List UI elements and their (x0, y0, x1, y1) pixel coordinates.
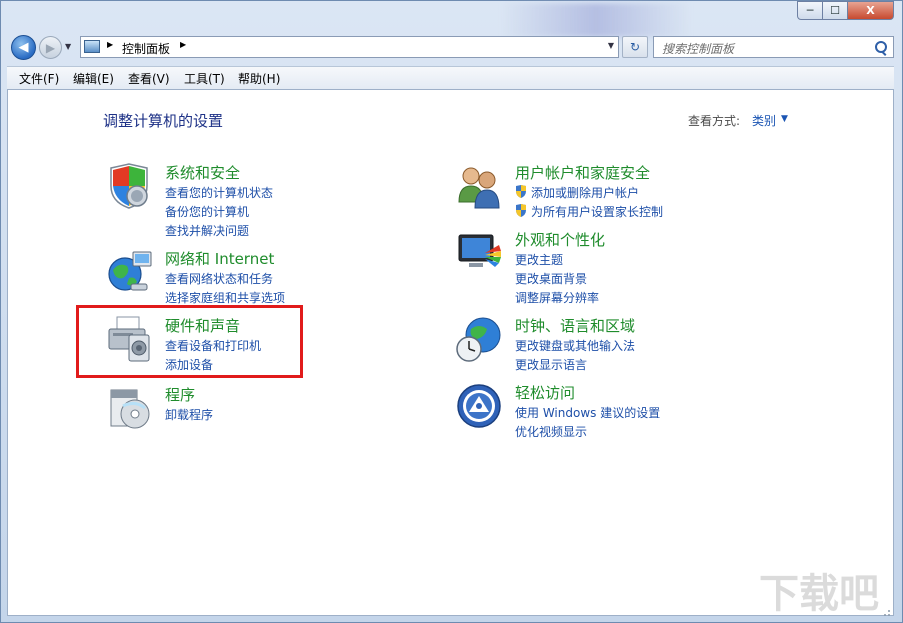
link-parental-controls[interactable]: 为所有用户设置家长控制 (531, 203, 663, 220)
forward-button[interactable]: ▶ (39, 36, 62, 59)
link-add-remove-accounts[interactable]: 添加或删除用户帐户 (531, 184, 639, 201)
refresh-button[interactable]: ↻ (622, 36, 648, 58)
control-panel-icon (84, 40, 100, 53)
link-optimize-video[interactable]: 优化视频显示 (515, 423, 587, 440)
security-shield-icon[interactable] (105, 162, 153, 210)
appearance-monitor-icon[interactable] (455, 229, 503, 277)
search-box[interactable]: 搜索控制面板 (653, 36, 894, 58)
minimize-button[interactable]: ─ (797, 1, 823, 20)
uac-shield-icon (516, 204, 526, 217)
resize-grip-icon[interactable] (881, 607, 891, 617)
link-recommended-settings[interactable]: 使用 Windows 建议的设置 (515, 404, 660, 421)
users-icon[interactable] (455, 162, 503, 210)
category-user-accounts: 用户帐户和家庭安全 添加或删除用户帐户 为所有用户设置家长控制 (455, 162, 715, 219)
link-desktop-background[interactable]: 更改桌面背景 (515, 270, 587, 287)
view-by-label: 查看方式: (688, 114, 741, 128)
link-troubleshoot[interactable]: 查找并解决问题 (165, 222, 249, 239)
clock-globe-icon[interactable] (455, 315, 503, 363)
maximize-button[interactable]: ☐ (822, 1, 848, 20)
menu-view[interactable]: 查看(V) (128, 70, 170, 87)
link-change-keyboard[interactable]: 更改键盘或其他输入法 (515, 337, 635, 354)
network-globe-icon[interactable] (105, 248, 153, 296)
category-title[interactable]: 时钟、语言和区域 (515, 315, 635, 336)
view-by-dropdown[interactable]: 类别 (752, 112, 776, 129)
category-programs: 程序 卸载程序 (105, 384, 305, 429)
page-title: 调整计算机的设置 (103, 112, 224, 130)
category-title[interactable]: 外观和个性化 (515, 229, 605, 250)
menu-file[interactable]: 文件(F) (19, 70, 59, 87)
arrow-right-icon: ▶ (45, 40, 56, 55)
watermark-logo: 下载吧 (759, 571, 879, 617)
category-title[interactable]: 程序 (165, 384, 195, 405)
highlight-annotation-box (76, 305, 303, 378)
programs-disc-box-icon[interactable] (105, 384, 153, 432)
category-title[interactable]: 用户帐户和家庭安全 (515, 162, 650, 183)
breadcrumb-separator-icon[interactable]: ▶ (180, 40, 186, 49)
address-bar[interactable]: ▶ 控制面板 ▶ ▼ (80, 36, 619, 58)
category-title[interactable]: 轻松访问 (515, 382, 575, 403)
category-title[interactable]: 系统和安全 (165, 162, 240, 183)
menu-bar: 文件(F) 编辑(E) 查看(V) 工具(T) 帮助(H) (7, 66, 894, 89)
search-input[interactable]: 搜索控制面板 (662, 40, 734, 57)
menu-tools[interactable]: 工具(T) (184, 70, 225, 87)
link-homegroup-sharing[interactable]: 选择家庭组和共享选项 (165, 289, 285, 306)
link-view-computer-status[interactable]: 查看您的计算机状态 (165, 184, 273, 201)
link-change-display-language[interactable]: 更改显示语言 (515, 356, 587, 373)
link-backup-computer[interactable]: 备份您的计算机 (165, 203, 249, 220)
view-by-dropdown-arrow-icon[interactable]: ▼ (781, 114, 788, 124)
ease-of-access-icon[interactable] (455, 382, 503, 430)
category-clock-language-region: 时钟、语言和区域 更改键盘或其他输入法 更改显示语言 (455, 315, 675, 372)
category-network-internet: 网络和 Internet 查看网络状态和任务 选择家庭组和共享选项 (105, 248, 335, 305)
refresh-icon: ↻ (629, 40, 641, 54)
category-title[interactable]: 网络和 Internet (165, 248, 274, 269)
menu-help[interactable]: 帮助(H) (238, 70, 280, 87)
category-system-security: 系统和安全 查看您的计算机状态 备份您的计算机 查找并解决问题 (105, 162, 325, 238)
title-bar: ─ ☐ X (1, 1, 902, 37)
arrow-left-icon: ◀ (18, 40, 29, 55)
link-change-theme[interactable]: 更改主题 (515, 251, 563, 268)
breadcrumb-control-panel[interactable]: 控制面板 (122, 40, 170, 57)
search-icon[interactable] (875, 41, 887, 53)
recent-pages-dropdown-icon[interactable]: ▼ (65, 42, 71, 51)
address-dropdown-icon[interactable]: ▼ (608, 41, 614, 50)
control-panel-window: ─ ☐ X ◀ ▶ ▼ ▶ 控制面板 ▶ ▼ ↻ 搜索控制面板 文件(F) 编辑… (0, 0, 903, 623)
breadcrumb-separator-icon[interactable]: ▶ (107, 40, 113, 49)
link-uninstall-program[interactable]: 卸载程序 (165, 406, 213, 423)
category-ease-of-access: 轻松访问 使用 Windows 建议的设置 优化视频显示 (455, 382, 695, 439)
close-button[interactable]: X (847, 1, 894, 20)
menu-edit[interactable]: 编辑(E) (73, 70, 114, 87)
category-appearance: 外观和个性化 更改主题 更改桌面背景 调整屏幕分辨率 (455, 229, 675, 305)
link-screen-resolution[interactable]: 调整屏幕分辨率 (515, 289, 599, 306)
uac-shield-icon (516, 185, 526, 198)
link-network-status[interactable]: 查看网络状态和任务 (165, 270, 273, 287)
back-button[interactable]: ◀ (11, 35, 36, 60)
navigation-bar: ◀ ▶ ▼ ▶ 控制面板 ▶ ▼ ↻ 搜索控制面板 (1, 32, 902, 62)
